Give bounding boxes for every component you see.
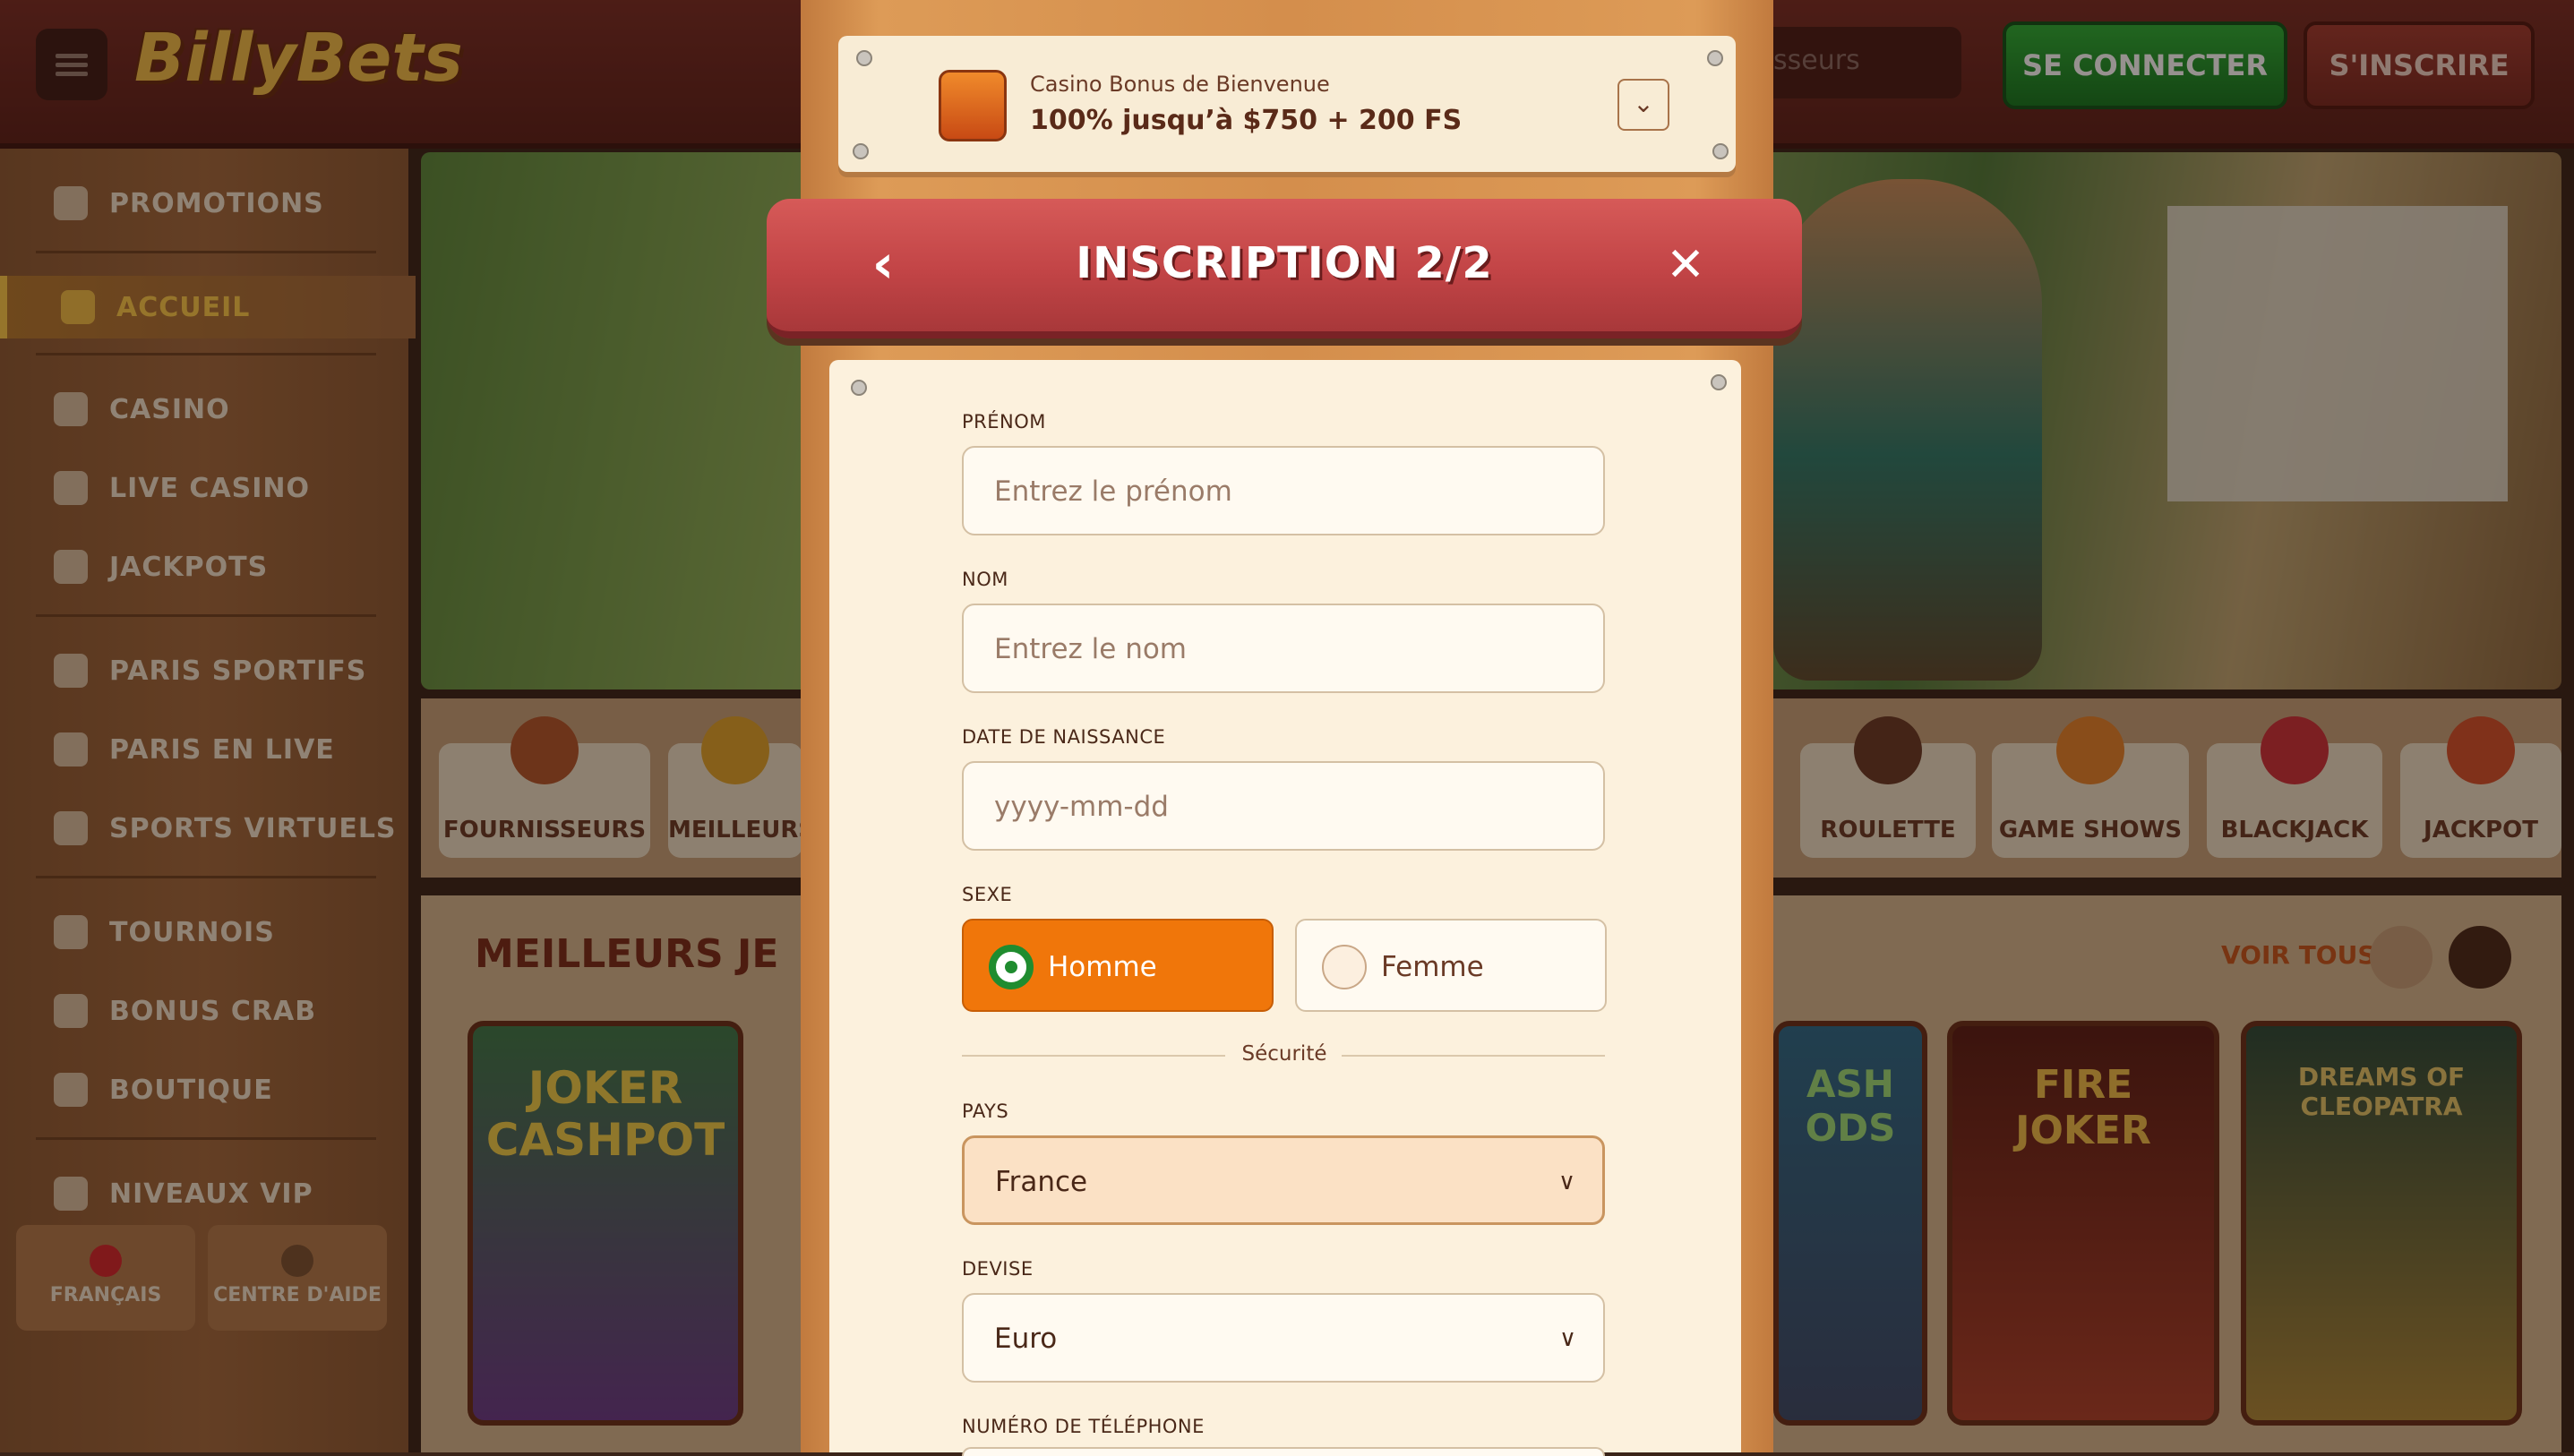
- gender-male-label: Homme: [1048, 951, 1157, 983]
- dob-field[interactable]: yyyy-mm-dd: [962, 761, 1605, 851]
- pin-icon: [853, 143, 869, 159]
- currency-select[interactable]: Euro ∨: [962, 1293, 1605, 1383]
- bonus-kicker: Casino Bonus de Bienvenue: [1030, 72, 1330, 97]
- close-button[interactable]: ✕: [1664, 240, 1707, 290]
- pin-icon: [1707, 50, 1723, 66]
- dob-placeholder: yyyy-mm-dd: [994, 791, 1169, 823]
- chevron-down-icon: ∨: [1558, 1325, 1576, 1352]
- country-value: France: [995, 1166, 1088, 1198]
- phone-label: NUMÉRO DE TÉLÉPHONE: [962, 1416, 1205, 1437]
- pin-icon: [851, 380, 867, 396]
- last-name-label: NOM: [962, 569, 1008, 590]
- security-divider-label: Sécurité: [1241, 1042, 1327, 1066]
- divider-line: [962, 1055, 1225, 1057]
- gender-female-label: Femme: [1381, 951, 1484, 983]
- currency-value: Euro: [994, 1323, 1058, 1355]
- pin-icon: [1711, 374, 1727, 390]
- country-label: PAYS: [962, 1101, 1009, 1122]
- chevron-down-icon: ⌄: [1633, 89, 1654, 118]
- chevron-left-icon: ‹: [871, 233, 895, 295]
- chevron-down-icon: ∨: [1557, 1169, 1575, 1195]
- close-icon: ✕: [1666, 238, 1705, 292]
- bonus-expand-button[interactable]: ⌄: [1617, 79, 1669, 131]
- pin-icon: [856, 50, 872, 66]
- last-name-field[interactable]: Entrez le nom: [962, 604, 1605, 693]
- slot-machine-icon: [939, 70, 1007, 141]
- currency-label: DEVISE: [962, 1258, 1034, 1280]
- country-select[interactable]: France ∨: [962, 1135, 1605, 1225]
- modal-title: INSCRIPTION 2/2: [1076, 238, 1493, 288]
- last-name-placeholder: Entrez le nom: [994, 633, 1188, 665]
- gender-label: SEXE: [962, 884, 1013, 905]
- pin-icon: [1712, 143, 1729, 159]
- radio-checked-icon: [989, 945, 1034, 989]
- first-name-field[interactable]: Entrez le prénom: [962, 446, 1605, 535]
- first-name-placeholder: Entrez le prénom: [994, 475, 1232, 508]
- phone-field[interactable]: [962, 1447, 1605, 1456]
- divider-line: [1342, 1055, 1605, 1057]
- dob-label: DATE DE NAISSANCE: [962, 726, 1166, 748]
- radio-unchecked-icon: [1322, 945, 1367, 989]
- first-name-label: PRÉNOM: [962, 411, 1046, 433]
- gender-female-radio[interactable]: Femme: [1295, 919, 1607, 1012]
- bonus-amount: 100% jusqu’à $750 + 200 FS: [1030, 105, 1463, 136]
- back-button[interactable]: ‹: [862, 235, 905, 295]
- gender-male-radio[interactable]: Homme: [962, 919, 1274, 1012]
